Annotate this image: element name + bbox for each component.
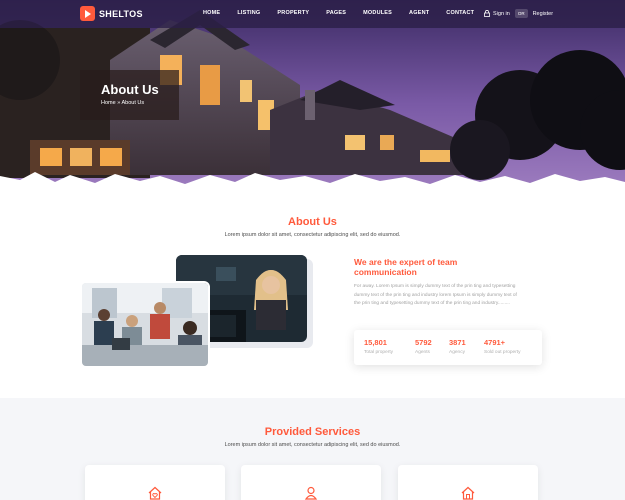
stats-card: 15,801 Total property 5792 Agents 3871 A… [354,330,542,365]
stat-total-property: 15,801 Total property [364,338,393,355]
service-card-2[interactable] [241,465,381,500]
stat-agency: 3871 Agency [449,338,466,355]
expert-description: For away. Lorem Ipsum is simply dummy te… [354,284,517,306]
nav-contact[interactable]: CONTACT [446,10,474,16]
auth-links: Sign in OR Register [484,9,553,18]
register-link[interactable]: Register [533,11,553,17]
stat-label: Agents [415,350,430,355]
stat-value: 5792 [415,338,432,347]
stat-value: 3871 [449,338,466,347]
logo-icon [80,6,95,21]
page-title: About Us [101,82,159,97]
stat-label: Agency [449,350,465,355]
services-section-title: Provided Services [264,426,361,438]
logo-text: SHELTOS [99,8,143,19]
stat-sold-out: 4791+ Sold out property [484,338,521,355]
page-title-box: About Us Home » About Us [80,70,179,120]
main-nav: HOME LISTING PROPERTY PAGES MODULES AGEN… [203,10,491,16]
breadcrumb-separator: » [117,100,121,106]
nav-listing[interactable]: LISTING [237,10,260,16]
house-heart-icon [148,486,162,500]
lock-icon [484,10,490,17]
sign-in-link[interactable]: Sign in [493,11,510,17]
nav-pages[interactable]: PAGES [326,10,346,16]
service-card-1[interactable] [85,465,225,500]
nav-modules[interactable]: MODULES [363,10,392,16]
nav-property[interactable]: PROPERTY [277,10,309,16]
service-card-3[interactable] [398,465,538,500]
agent-icon [304,486,318,500]
about-section-title: About Us [288,216,337,228]
breadcrumb-current: About Us [121,100,145,106]
logo[interactable]: SHELTOS [80,6,143,21]
breadcrumb: Home » About Us [101,100,144,106]
expert-heading-line1: We are the expert of team [354,257,458,267]
or-badge: OR [514,9,528,18]
photo-team-meeting [80,281,210,368]
expert-heading-line2: communication [354,267,417,277]
stat-agents: 5792 Agents [415,338,432,355]
house-icon [461,486,475,500]
nav-agent[interactable]: AGENT [409,10,429,16]
services-section-subtitle: Lorem ipsum dolor sit amet, consectetur … [224,442,401,448]
breadcrumb-home[interactable]: Home [101,100,116,106]
top-navigation-bar: SHELTOS HOME LISTING PROPERTY PAGES MODU… [0,0,625,28]
about-section-subtitle: Lorem ipsum dolor sit amet, consectetur … [224,232,401,238]
hero-banner: SHELTOS HOME LISTING PROPERTY PAGES MODU… [0,0,625,190]
stat-value: 4791+ [484,338,506,347]
expert-heading: We are the expert of team communication [354,257,494,277]
stat-label: Total property [364,350,394,355]
stat-value: 15,801 [364,338,387,347]
nav-home[interactable]: HOME [203,10,220,16]
stat-label: Sold out property [484,350,521,355]
